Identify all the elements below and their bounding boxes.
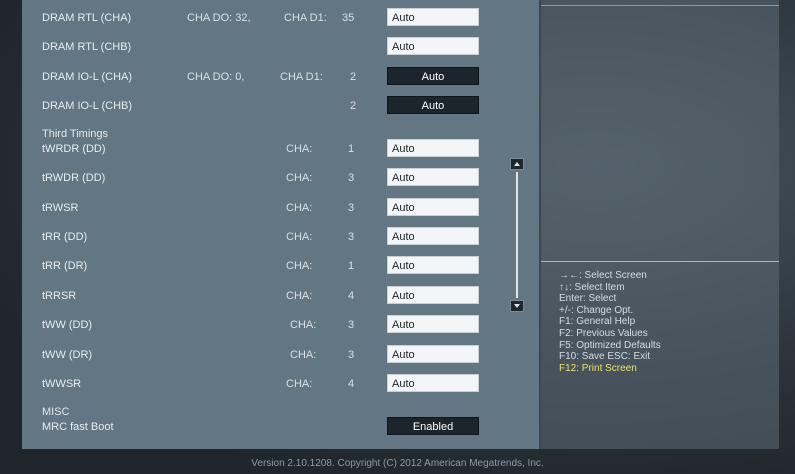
help-f10: F10: Save ESC: Exit: [559, 351, 651, 363]
row-dram-rtl-chb[interactable]: DRAM RTL (CHB) Auto: [22, 36, 539, 60]
settings-panel: DRAM RTL (CHA) CHA DO: 32, CHA D1: 35 Au…: [22, 0, 539, 449]
help-f5: F5: Optimized Defaults: [559, 339, 661, 351]
setting-label: tWWSR: [42, 378, 82, 390]
channel-label: CHA:: [286, 143, 313, 155]
row-trrsr[interactable]: tRRSR CHA: 4 Auto: [22, 285, 539, 309]
row-twwsr[interactable]: tWWSR CHA: 4 Auto: [22, 373, 539, 397]
setting-label: tWW (DR): [42, 349, 93, 361]
scroll-up-arrow-icon[interactable]: [510, 158, 524, 170]
row-twrdr-dd[interactable]: tWRDR (DD) CHA: 1 Auto: [22, 138, 539, 162]
help-panel: [541, 0, 779, 449]
setting-label: DRAM IO-L (CHB): [42, 100, 133, 112]
channel-value: 3: [348, 172, 355, 184]
value-field[interactable]: Auto: [387, 168, 479, 186]
key-help: →←: Select Screen ↑↓: Select Item Enter:…: [559, 270, 661, 374]
row-trwsr[interactable]: tRWSR CHA: 3 Auto: [22, 197, 539, 221]
help-f12: F12: Print Screen: [559, 362, 637, 374]
help-select-item: ↑↓: Select Item: [559, 281, 625, 293]
channel-label: CHA:: [286, 172, 313, 184]
row-trwdr-dd[interactable]: tRWDR (DD) CHA: 3 Auto: [22, 167, 539, 191]
setting-label: tRWSR: [42, 202, 79, 214]
value-field[interactable]: Auto: [387, 286, 479, 304]
cha-do-label: CHA DO: 0,: [187, 71, 245, 83]
row-trr-dd[interactable]: tRR (DD) CHA: 3 Auto: [22, 226, 539, 250]
channel-value: 3: [348, 231, 355, 243]
channel-label: CHA:: [286, 231, 313, 243]
value-field[interactable]: Auto: [387, 256, 479, 274]
setting-label: DRAM RTL (CHA): [42, 12, 132, 24]
channel-value: 4: [348, 378, 355, 390]
value-field[interactable]: Enabled: [387, 417, 479, 435]
setting-label: tRRSR: [42, 290, 77, 302]
help-select-screen: →←: Select Screen: [559, 270, 647, 281]
channel-label: CHA:: [290, 319, 317, 331]
row-dram-iol-chb[interactable]: DRAM IO-L (CHB) 2 Auto: [22, 95, 539, 119]
row-dram-rtl-cha[interactable]: DRAM RTL (CHA) CHA DO: 32, CHA D1: 35 Au…: [22, 7, 539, 31]
setting-label: tWW (DD): [42, 319, 93, 331]
help-f1: F1: General Help: [559, 316, 636, 328]
row-dram-iol-cha[interactable]: DRAM IO-L (CHA) CHA DO: 0, CHA D1: 2 Aut…: [22, 66, 539, 90]
help-change: +/-: Change Opt.: [559, 304, 634, 316]
cha-d1-label: CHA D1:: [280, 71, 323, 83]
help-enter: Enter: Select: [559, 293, 617, 305]
channel-label: CHA:: [286, 202, 313, 214]
channel-label: CHA:: [286, 290, 313, 302]
setting-label: tRR (DR): [42, 260, 88, 272]
cha-do-label: CHA DO: 32,: [187, 12, 251, 24]
cha-d1-value: 2: [350, 71, 357, 83]
value-field[interactable]: Auto: [387, 67, 479, 85]
value-field[interactable]: Auto: [387, 315, 479, 333]
setting-label: tRWDR (DD): [42, 172, 106, 184]
scrollbar-track[interactable]: [516, 172, 518, 298]
row-tww-dr[interactable]: tWW (DR) CHA: 3 Auto: [22, 344, 539, 368]
setting-label: tRR (DD): [42, 231, 88, 243]
setting-label: DRAM IO-L (CHA): [42, 71, 133, 83]
channel-value: 3: [348, 349, 355, 361]
value-field[interactable]: Auto: [387, 198, 479, 216]
footer-text: Version 2.10.1208. Copyright (C) 2012 Am…: [251, 458, 544, 469]
channel-value: 1: [348, 143, 355, 155]
channel-value: 3: [348, 202, 355, 214]
value-field[interactable]: Auto: [387, 374, 479, 392]
value-field[interactable]: Auto: [387, 139, 479, 157]
row-mrc-fast-boot[interactable]: MRC fast Boot Enabled: [22, 416, 539, 440]
chb-value: 2: [350, 100, 357, 112]
value-field[interactable]: Auto: [387, 96, 479, 114]
value-field[interactable]: Auto: [387, 227, 479, 245]
channel-value: 4: [348, 290, 355, 302]
scroll-down-arrow-icon[interactable]: [510, 300, 524, 312]
value-field[interactable]: Auto: [387, 8, 479, 26]
version-footer: Version 2.10.1208. Copyright (C) 2012 Am…: [0, 458, 795, 469]
setting-label: DRAM RTL (CHB): [42, 41, 132, 53]
setting-label: tWRDR (DD): [42, 143, 106, 155]
setting-label: MRC fast Boot: [42, 421, 114, 433]
channel-label: CHA:: [286, 378, 313, 390]
help-top-line: [541, 5, 779, 6]
cha-d1-value: 35: [342, 12, 355, 24]
channel-value: 3: [348, 319, 355, 331]
help-f2: F2: Previous Values: [559, 327, 648, 339]
channel-label: CHA:: [290, 349, 317, 361]
channel-label: CHA:: [286, 260, 313, 272]
cha-d1-label: CHA D1:: [284, 12, 327, 24]
row-tww-dd[interactable]: tWW (DD) CHA: 3 Auto: [22, 314, 539, 338]
value-field[interactable]: Auto: [387, 37, 479, 55]
channel-value: 1: [348, 260, 355, 272]
value-field[interactable]: Auto: [387, 345, 479, 363]
row-trr-dr[interactable]: tRR (DR) CHA: 1 Auto: [22, 255, 539, 279]
help-separator: [541, 261, 779, 262]
